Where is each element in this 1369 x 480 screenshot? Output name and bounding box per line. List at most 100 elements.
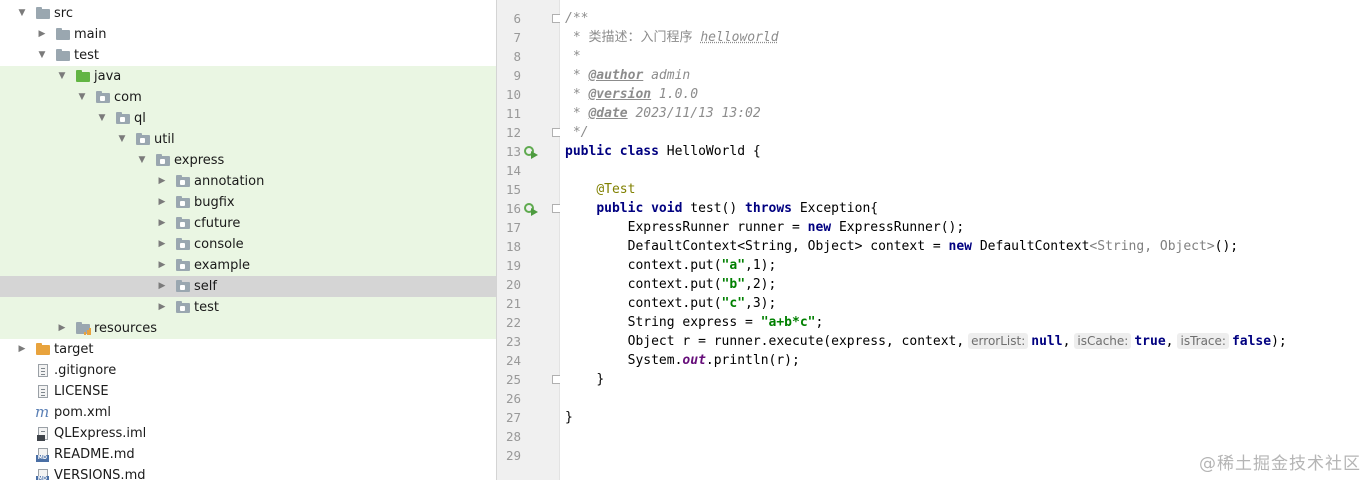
tree-file-gitignore[interactable]: .gitignore (0, 360, 496, 381)
tree-node-main[interactable]: ▶ main (0, 24, 496, 45)
chevron-right-icon[interactable]: ▶ (156, 255, 168, 276)
tree-node-example[interactable]: ▶ example (0, 255, 496, 276)
parameter-hint: isCache: (1074, 333, 1132, 349)
line-number: 12 (505, 125, 521, 140)
line-number: 21 (505, 296, 521, 311)
chevron-right-icon[interactable]: ▶ (156, 276, 168, 297)
code-text: ; (815, 315, 824, 330)
keyword: false (1231, 334, 1272, 349)
code-text: , (1062, 334, 1071, 349)
code-line: ExpressRunner runner = new ExpressRunner… (565, 218, 965, 237)
annotation: @Test (596, 182, 636, 197)
class-declaration: HelloWorld { (658, 144, 761, 159)
code-text: ExpressRunner(); (831, 220, 965, 235)
doc-comment: */ (565, 125, 589, 140)
tree-node-self[interactable]: ▶ self (0, 276, 496, 297)
run-gutter-icon[interactable] (524, 146, 538, 160)
code-editor[interactable]: /** * 类描述：入门程序 helloworld * * @author ad… (560, 0, 1369, 480)
tree-label: VERSIONS.md (54, 468, 146, 480)
code-line: } (565, 370, 604, 389)
tree-node-com[interactable]: ▼ com (0, 87, 496, 108)
keyword: true (1134, 334, 1166, 349)
chevron-right-icon[interactable]: ▶ (56, 318, 68, 339)
run-gutter-icon[interactable] (524, 203, 538, 217)
chevron-right-icon[interactable]: ▶ (36, 24, 48, 45)
tree-label: main (74, 27, 107, 42)
tree-label: ql (134, 111, 146, 126)
maven-icon: m (35, 403, 50, 421)
tree-node-test-pkg[interactable]: ▶ test (0, 297, 496, 318)
tree-node-test[interactable]: ▼ test (0, 45, 496, 66)
package-icon (175, 279, 191, 295)
package-icon (175, 258, 191, 274)
line-number: 13 (505, 144, 521, 159)
code-text: ,1); (745, 258, 777, 273)
code-line: DefaultContext<String, Object> context =… (565, 237, 1239, 256)
tree-file-readme[interactable]: MD README.md (0, 444, 496, 465)
package-icon (155, 153, 171, 169)
line-number: 11 (505, 106, 521, 121)
chevron-down-icon[interactable]: ▼ (116, 129, 128, 150)
code-text: String express = (627, 315, 761, 330)
tree-node-src[interactable]: ▼ src (0, 3, 496, 24)
code-line: @Test (565, 180, 635, 199)
keyword: new (948, 239, 973, 254)
chevron-right-icon[interactable]: ▶ (156, 213, 168, 234)
code-line: context.put("a",1); (565, 256, 777, 275)
doc-tag: @author (588, 68, 644, 83)
code-text: DefaultContext (972, 239, 1090, 254)
package-icon (175, 174, 191, 190)
line-number: 23 (505, 334, 521, 349)
line-number: 28 (505, 429, 521, 444)
code-line: context.put("b",2); (565, 275, 777, 294)
doc-comment: /** (565, 11, 589, 26)
tree-node-bugfix[interactable]: ▶ bugfix (0, 192, 496, 213)
tree-label: com (114, 90, 142, 105)
tree-node-ql[interactable]: ▼ ql (0, 108, 496, 129)
tree-node-annotation[interactable]: ▶ annotation (0, 171, 496, 192)
tree-node-target[interactable]: ▶ target (0, 339, 496, 360)
chevron-down-icon[interactable]: ▼ (16, 3, 28, 24)
tree-file-pom[interactable]: m pom.xml (0, 402, 496, 423)
tree-file-versions[interactable]: MD VERSIONS.md (0, 465, 496, 480)
chevron-down-icon[interactable]: ▼ (56, 66, 68, 87)
keyword: void (651, 201, 683, 216)
line-number: 10 (505, 87, 521, 102)
chevron-down-icon[interactable]: ▼ (36, 45, 48, 66)
chevron-right-icon[interactable]: ▶ (156, 192, 168, 213)
tree-label: bugfix (194, 195, 235, 210)
string-literal: "c" (721, 296, 746, 311)
tree-node-java[interactable]: ▼ java (0, 66, 496, 87)
chevron-down-icon[interactable]: ▼ (96, 108, 108, 129)
chevron-right-icon[interactable]: ▶ (156, 171, 168, 192)
parameter-hint: isTrace: (1177, 333, 1229, 349)
code-text: DefaultContext<String, Object> context = (627, 239, 949, 254)
chevron-down-icon[interactable]: ▼ (136, 150, 148, 171)
tree-node-util[interactable]: ▼ util (0, 129, 496, 150)
code-line: * @version 1.0.0 (565, 85, 698, 104)
tree-label: test (74, 48, 99, 63)
code-text: } (596, 372, 605, 387)
code-line: /** (565, 9, 588, 28)
folder-icon (35, 6, 51, 22)
doc-tag: @date (588, 106, 628, 121)
chevron-right-icon[interactable]: ▶ (156, 234, 168, 255)
module-file-icon (35, 426, 51, 442)
inferred-generic: <String, Object> (1089, 239, 1215, 254)
code-line: public class HelloWorld { (565, 142, 761, 161)
chevron-down-icon[interactable]: ▼ (76, 87, 88, 108)
code-line: * 类描述：入门程序 helloworld (565, 28, 779, 47)
line-number: 15 (505, 182, 521, 197)
tree-node-console[interactable]: ▶ console (0, 234, 496, 255)
code-line: System.out.println(r); (565, 351, 800, 370)
tree-node-cfuture[interactable]: ▶ cfuture (0, 213, 496, 234)
line-number: 6 (513, 11, 521, 26)
code-text: (); (1214, 239, 1239, 254)
tree-node-express[interactable]: ▼ express (0, 150, 496, 171)
tree-file-license[interactable]: LICENSE (0, 381, 496, 402)
chevron-right-icon[interactable]: ▶ (16, 339, 28, 360)
tree-file-iml[interactable]: QLExpress.iml (0, 423, 496, 444)
chevron-right-icon[interactable]: ▶ (156, 297, 168, 318)
line-number: 25 (505, 372, 521, 387)
tree-node-resources[interactable]: ▶ resources (0, 318, 496, 339)
